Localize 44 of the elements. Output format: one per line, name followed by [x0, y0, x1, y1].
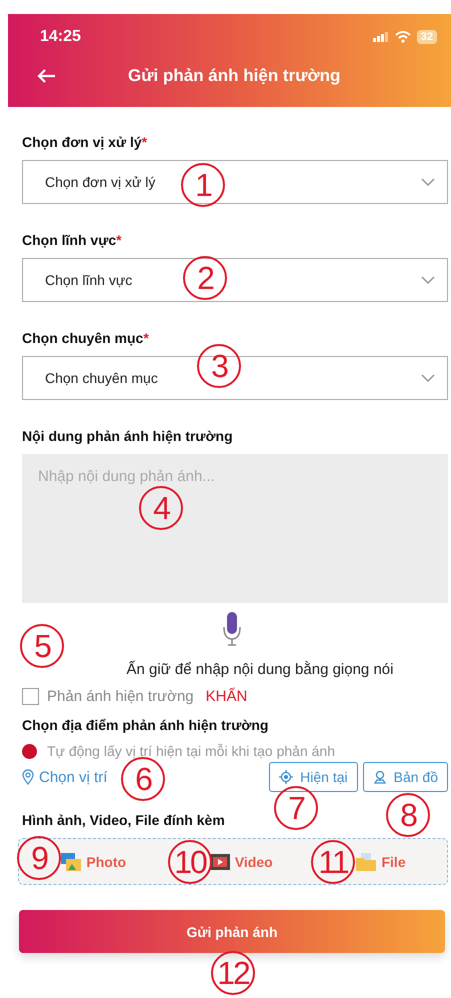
battery-level: 32	[416, 30, 437, 44]
field-label: Chọn đơn vị xử lý*	[22, 134, 148, 150]
annotation-number: 9	[17, 836, 61, 880]
annotation-number: 5	[20, 624, 64, 668]
auto-location-text: Tự động lấy vị trí hiện tại mỗi khi tạo phản ánh	[47, 743, 335, 759]
field-label: Nội dung phản ánh hiện trường	[22, 428, 233, 444]
location-button[interactable]: Bản đồ	[362, 762, 448, 792]
annotation-number: 3	[197, 344, 241, 388]
annotation-number: 11	[311, 840, 355, 884]
chevron-down-icon	[421, 178, 435, 186]
annotation-number: 2	[183, 256, 227, 300]
chevron-down-icon	[421, 276, 435, 284]
location-button[interactable]: Hiện tại	[269, 762, 358, 792]
film-icon	[208, 852, 231, 872]
screen-title: Gửi phản ánh hiện trường	[128, 66, 340, 86]
urgent-checkbox[interactable]	[22, 688, 39, 705]
annotation-number: 6	[121, 757, 165, 801]
status-time: 14:25	[40, 28, 81, 46]
field-label: Chọn địa điểm phản ánh hiện trường	[22, 717, 268, 733]
chevron-down-icon	[421, 374, 435, 382]
map-pin-icon	[372, 770, 387, 784]
voice-hint: Ấn giữ để nhập nội dung bằng giọng nói	[126, 661, 394, 678]
location-pin-icon	[22, 769, 34, 785]
signal-icon	[372, 32, 389, 42]
photos-icon	[60, 852, 82, 872]
annotation-number: 7	[274, 786, 318, 830]
folder-icon	[355, 852, 378, 872]
annotation-number: 10	[168, 840, 212, 884]
field-label: Chọn lĩnh vực*	[22, 232, 122, 248]
annotation-number: 4	[139, 486, 183, 530]
urgent-tag: KHẨN	[206, 688, 248, 705]
choose-location-link[interactable]: Chọn vị trí	[39, 768, 108, 786]
field-label: Hình ảnh, Video, File đính kèm	[22, 812, 225, 828]
field-label: Chọn chuyên mục*	[22, 330, 149, 346]
submit-button[interactable]: Gửi phản ánh	[19, 910, 445, 953]
annotation-number: 8	[386, 793, 430, 837]
annotation-number: 1	[181, 163, 225, 207]
annotation-number: 12	[211, 951, 255, 995]
crosshair-icon	[279, 770, 294, 784]
wifi-icon	[394, 31, 411, 43]
auto-location-radio[interactable]	[22, 744, 37, 758]
microphone-icon[interactable]	[222, 611, 242, 647]
urgent-label: Phản ánh hiện trường	[47, 688, 194, 705]
back-arrow-icon[interactable]	[36, 68, 56, 84]
